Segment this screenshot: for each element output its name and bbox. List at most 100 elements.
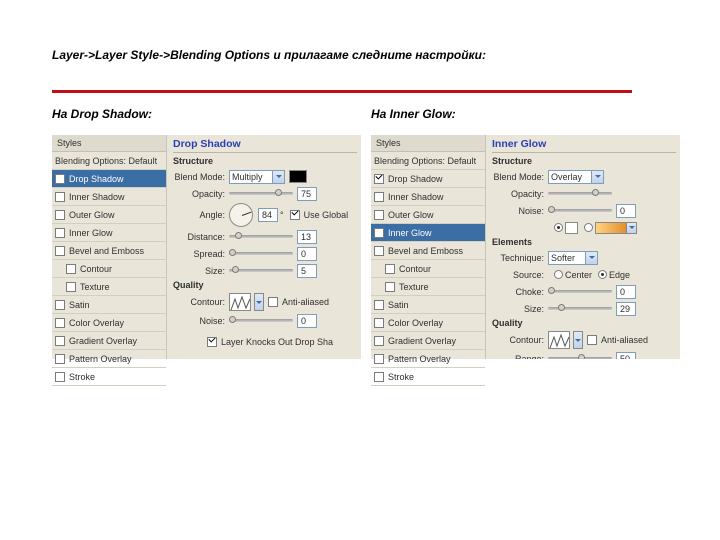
sidebar-item-inner-glow[interactable]: Inner Glow xyxy=(371,224,485,242)
sidebar-item-color-overlay[interactable]: Color Overlay xyxy=(52,314,166,332)
anti-aliased-checkbox[interactable] xyxy=(268,297,278,307)
style-checkbox[interactable] xyxy=(374,210,384,220)
noise-slider[interactable] xyxy=(548,209,612,212)
sidebar-item-texture[interactable]: Texture xyxy=(371,278,485,296)
style-checkbox[interactable] xyxy=(55,318,65,328)
technique-dropdown[interactable]: Softer xyxy=(548,251,598,265)
anti-aliased-checkbox[interactable] xyxy=(587,335,597,345)
sidebar-item-outer-glow[interactable]: Outer Glow xyxy=(371,206,485,224)
opacity-slider[interactable] xyxy=(229,192,293,195)
glow-color-swatch[interactable] xyxy=(565,222,578,234)
choke-slider[interactable] xyxy=(548,290,612,293)
use-global-checkbox[interactable] xyxy=(290,210,300,220)
color-radio[interactable] xyxy=(554,223,563,232)
sidebar-item-drop-shadow[interactable]: Drop Shadow xyxy=(371,170,485,188)
sidebar-item-pattern-overlay[interactable]: Pattern Overlay xyxy=(52,350,166,368)
style-checkbox[interactable] xyxy=(55,246,65,256)
style-checkbox[interactable] xyxy=(374,318,384,328)
distance-label: Distance: xyxy=(173,232,229,242)
sidebar-item-bevel-and-emboss[interactable]: Bevel and Emboss xyxy=(371,242,485,260)
distance-slider[interactable] xyxy=(229,235,293,238)
chevron-down-icon[interactable] xyxy=(627,222,637,234)
style-checkbox[interactable] xyxy=(55,228,65,238)
style-checkbox[interactable] xyxy=(374,300,384,310)
sidebar-item-blending-options-default[interactable]: Blending Options: Default xyxy=(52,152,166,170)
gradient-radio[interactable] xyxy=(584,223,593,232)
sidebar-item-satin[interactable]: Satin xyxy=(371,296,485,314)
angle-field[interactable]: 84 xyxy=(258,208,278,222)
drop-shadow-panel: Styles Blending Options: DefaultDrop Sha… xyxy=(52,135,361,359)
contour-label: Contour: xyxy=(173,297,229,307)
chevron-down-icon[interactable] xyxy=(254,293,264,311)
shadow-color-swatch[interactable] xyxy=(289,170,307,183)
choke-label: Choke: xyxy=(492,287,548,297)
size-slider[interactable] xyxy=(229,269,293,272)
style-checkbox[interactable] xyxy=(55,174,65,184)
size-field[interactable]: 5 xyxy=(297,264,317,278)
sidebar-item-drop-shadow[interactable]: Drop Shadow xyxy=(52,170,166,188)
blend-mode-dropdown[interactable]: Overlay xyxy=(548,170,604,184)
style-checkbox[interactable] xyxy=(374,354,384,364)
size-slider[interactable] xyxy=(548,307,612,310)
style-checkbox[interactable] xyxy=(374,246,384,256)
sidebar-item-inner-glow[interactable]: Inner Glow xyxy=(52,224,166,242)
range-field[interactable]: 50 xyxy=(616,352,636,360)
sidebar-item-contour[interactable]: Contour xyxy=(371,260,485,278)
style-checkbox[interactable] xyxy=(374,228,384,238)
sidebar-item-bevel-and-emboss[interactable]: Bevel and Emboss xyxy=(52,242,166,260)
sidebar-item-gradient-overlay[interactable]: Gradient Overlay xyxy=(371,332,485,350)
style-label: Inner Shadow xyxy=(388,192,444,202)
sidebar-item-texture[interactable]: Texture xyxy=(52,278,166,296)
noise-field[interactable]: 0 xyxy=(616,204,636,218)
sidebar-item-blending-options-default[interactable]: Blending Options: Default xyxy=(371,152,485,170)
style-label: Gradient Overlay xyxy=(388,336,456,346)
style-checkbox[interactable] xyxy=(55,336,65,346)
style-checkbox[interactable] xyxy=(374,174,384,184)
sidebar-item-inner-shadow[interactable]: Inner Shadow xyxy=(371,188,485,206)
noise-field[interactable]: 0 xyxy=(297,314,317,328)
style-label: Blending Options: Default xyxy=(374,156,476,166)
source-center-radio[interactable] xyxy=(554,270,563,279)
sidebar-item-stroke[interactable]: Stroke xyxy=(52,368,166,386)
style-checkbox[interactable] xyxy=(55,354,65,364)
sidebar-item-outer-glow[interactable]: Outer Glow xyxy=(52,206,166,224)
style-label: Gradient Overlay xyxy=(69,336,137,346)
style-checkbox[interactable] xyxy=(374,192,384,202)
sidebar-item-gradient-overlay[interactable]: Gradient Overlay xyxy=(52,332,166,350)
contour-picker[interactable] xyxy=(229,293,251,311)
style-checkbox[interactable] xyxy=(374,372,384,382)
choke-field[interactable]: 0 xyxy=(616,285,636,299)
layer-knocks-out-checkbox[interactable] xyxy=(207,337,217,347)
sidebar-item-stroke[interactable]: Stroke xyxy=(371,368,485,386)
style-checkbox[interactable] xyxy=(374,336,384,346)
opacity-field[interactable]: 75 xyxy=(297,187,317,201)
spread-slider[interactable] xyxy=(229,252,293,255)
style-checkbox[interactable] xyxy=(55,210,65,220)
gradient-swatch[interactable] xyxy=(595,222,627,234)
sidebar-item-satin[interactable]: Satin xyxy=(52,296,166,314)
style-checkbox[interactable] xyxy=(66,282,76,292)
noise-slider[interactable] xyxy=(229,319,293,322)
anti-aliased-label: Anti-aliased xyxy=(601,335,648,345)
style-checkbox[interactable] xyxy=(55,192,65,202)
style-checkbox[interactable] xyxy=(55,300,65,310)
opacity-slider[interactable] xyxy=(548,192,612,195)
sidebar-item-contour[interactable]: Contour xyxy=(52,260,166,278)
source-edge-radio[interactable] xyxy=(598,270,607,279)
blend-mode-dropdown[interactable]: Multiply xyxy=(229,170,285,184)
contour-picker[interactable] xyxy=(548,331,570,349)
style-checkbox[interactable] xyxy=(385,264,395,274)
style-checkbox[interactable] xyxy=(55,372,65,382)
sidebar-item-color-overlay[interactable]: Color Overlay xyxy=(371,314,485,332)
size-field[interactable]: 29 xyxy=(616,302,636,316)
spread-field[interactable]: 0 xyxy=(297,247,317,261)
distance-field[interactable]: 13 xyxy=(297,230,317,244)
style-label: Stroke xyxy=(388,372,414,382)
sidebar-item-pattern-overlay[interactable]: Pattern Overlay xyxy=(371,350,485,368)
angle-dial[interactable] xyxy=(229,203,253,227)
sidebar-item-inner-shadow[interactable]: Inner Shadow xyxy=(52,188,166,206)
chevron-down-icon[interactable] xyxy=(573,331,583,349)
style-checkbox[interactable] xyxy=(385,282,395,292)
style-checkbox[interactable] xyxy=(66,264,76,274)
range-slider[interactable] xyxy=(548,357,612,359)
